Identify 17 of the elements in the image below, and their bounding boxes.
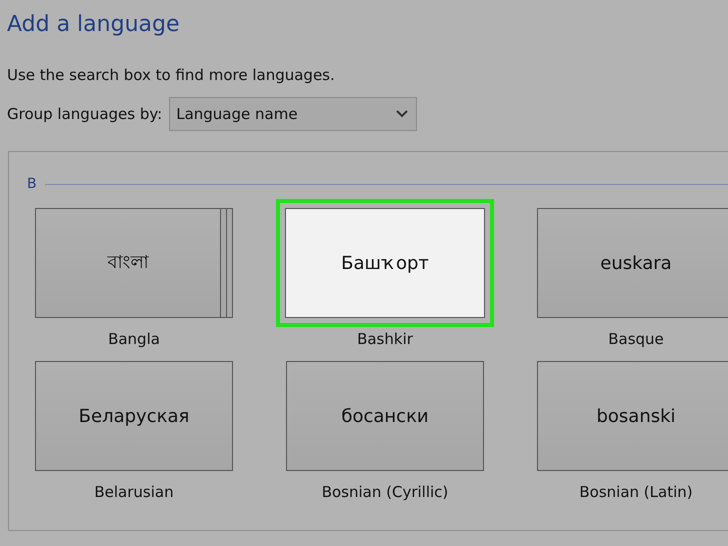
- language-tile[interactable]: босански: [286, 361, 484, 471]
- language-name: Bosnian (Latin): [579, 483, 693, 501]
- language-name: Bosnian (Cyrillic): [322, 483, 448, 501]
- language-tile[interactable]: euskara: [537, 208, 728, 318]
- language-tile[interactable]: bosanski: [537, 361, 728, 471]
- language-name: Bangla: [108, 330, 160, 348]
- language-tile[interactable]: Беларуская: [35, 361, 233, 471]
- language-name: Bashkir: [357, 330, 413, 348]
- group-heading: B: [27, 176, 37, 192]
- page-title: Add a language: [7, 11, 180, 39]
- chevron-down-icon: [396, 110, 408, 118]
- group-by-dropdown[interactable]: Language name: [169, 97, 418, 131]
- group-by-label: Group languages by:: [7, 105, 162, 123]
- language-tile[interactable]: Башҡорт: [276, 199, 494, 327]
- hint-text: Use the search box to find more languages.: [7, 66, 336, 84]
- language-name: Belarusian: [94, 483, 174, 501]
- language-name: Basque: [608, 330, 664, 348]
